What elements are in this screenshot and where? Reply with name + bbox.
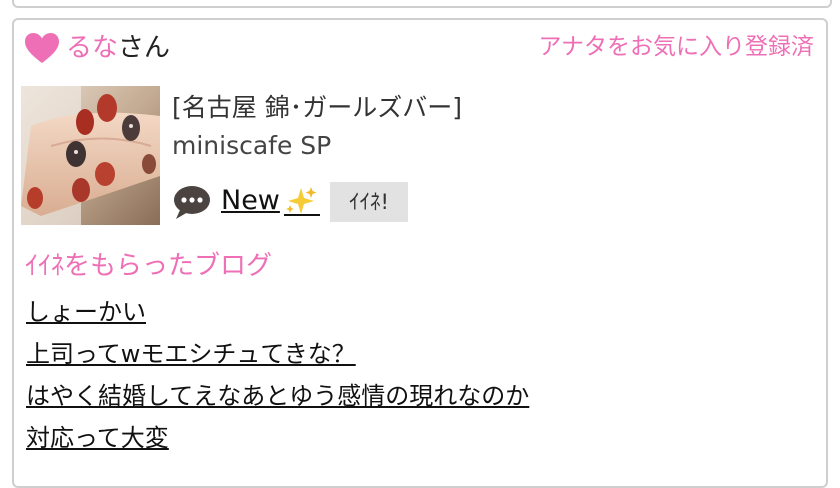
blog-link[interactable]: はやく結婚してえなあとゆう感情の現れなのか [26, 379, 529, 413]
favorite-status[interactable]: アナタをお気に入り登録済 [538, 31, 814, 63]
cast-name-honorific: さん [118, 33, 171, 63]
heart-icon [25, 33, 59, 63]
liked-blogs-heading: ｲｲﾈをもらったブログ [25, 251, 273, 281]
shop-name[interactable]: miniscafe SP [172, 129, 331, 163]
chat-bubble-icon [174, 186, 210, 219]
blog-link[interactable]: 上司ってwモエシチュてきな？ [26, 337, 356, 371]
blog-link[interactable]: 対応って大変 [26, 421, 169, 455]
new-blog-link[interactable]: New [221, 182, 280, 220]
sparkle-icon [286, 187, 317, 214]
cast-name[interactable]: るなさん [66, 30, 170, 66]
blog-link[interactable]: しょーかい [26, 295, 146, 329]
cast-name-text[interactable]: るな [66, 33, 118, 63]
nail-photo-image [21, 86, 160, 225]
shop-category: [名古屋 錦･ガールズバー] [172, 93, 462, 122]
new-link-underline [284, 214, 320, 216]
cast-photo[interactable] [21, 86, 160, 225]
iine-button[interactable]: ｲｲﾈ! [330, 182, 408, 222]
previous-card-edge [12, 0, 832, 8]
